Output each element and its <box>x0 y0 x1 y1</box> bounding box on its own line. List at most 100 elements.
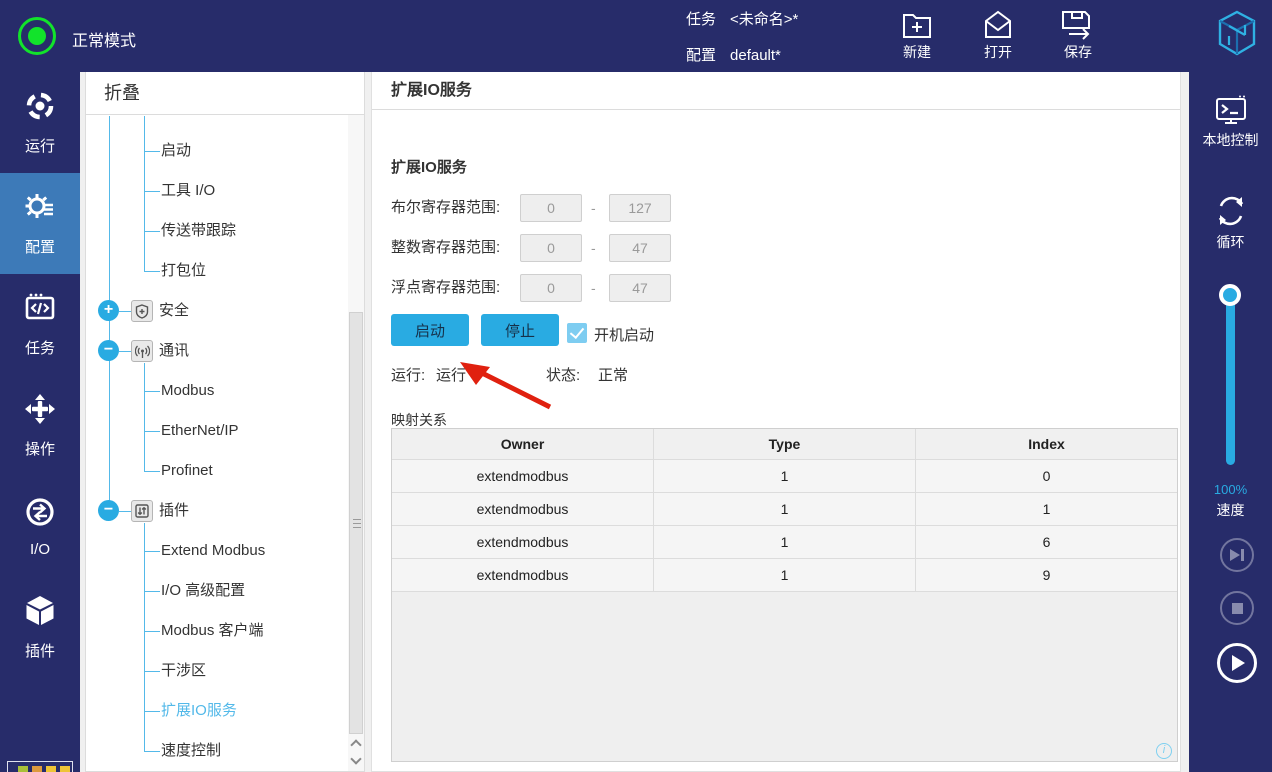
tree-item-speed-control[interactable]: 速度控制 <box>86 740 344 762</box>
nav-item-plugin[interactable]: 插件 <box>0 577 80 678</box>
page-title: 扩展IO服务 <box>372 72 1180 110</box>
top-bar: 正常模式 任务 <未命名>* 配置default* 新建 打开 <box>0 0 1272 72</box>
tree-item-safety[interactable]: + 安全 <box>86 300 344 322</box>
open-button[interactable]: 打开 <box>962 8 1034 62</box>
nav-item-task[interactable]: 任务 <box>0 274 80 375</box>
table-row[interactable]: extendmodbus 1 0 <box>392 460 1177 493</box>
antenna-icon <box>131 340 153 362</box>
speed-slider-thumb[interactable] <box>1219 284 1241 306</box>
col-header-type: Type <box>654 429 916 459</box>
new-button[interactable]: 新建 <box>881 8 953 62</box>
collapse-minus-icon[interactable]: − <box>98 500 119 521</box>
run-value: 运行 <box>436 364 466 385</box>
code-window-icon <box>23 291 57 330</box>
status-value: 正常 <box>598 364 628 385</box>
mode-label: 正常模式 <box>72 27 136 51</box>
nav-item-label: 配置 <box>25 236 55 257</box>
speed-value: 100% <box>1189 482 1272 497</box>
stop-run-button <box>1220 591 1254 625</box>
int-range-to-input <box>609 234 671 262</box>
open-envelope-icon <box>962 8 1034 40</box>
tree-item-modbus-client[interactable]: Modbus 客户端 <box>86 620 344 642</box>
tree-item-conveyor[interactable]: 传送带跟踪 <box>86 220 344 242</box>
cube-icon <box>23 594 57 633</box>
mapping-table: Owner Type Index extendmodbus 1 0 extend… <box>391 428 1178 762</box>
loop-icon[interactable] <box>1213 192 1249 235</box>
tree-item-tool-io[interactable]: 工具 I/O <box>86 180 344 202</box>
tree-item-ethernet-ip[interactable]: EtherNet/IP <box>86 420 344 442</box>
scroll-down-icon[interactable] <box>350 753 361 764</box>
tree-scrollbar-thumb[interactable] <box>349 312 363 734</box>
tree-item-io-advanced[interactable]: I/O 高级配置 <box>86 580 344 602</box>
tree-item-interference-zone[interactable]: 干涉区 <box>86 660 344 682</box>
collapse-minus-icon[interactable]: − <box>98 340 119 361</box>
tree-item-extended-io-service[interactable]: 扩展IO服务 <box>86 700 344 722</box>
table-empty-area <box>392 592 1177 761</box>
speed-label: 速度 <box>1189 500 1272 520</box>
table-row[interactable]: extendmodbus 1 1 <box>392 493 1177 526</box>
save-floppy-icon <box>1042 8 1114 40</box>
save-button[interactable]: 保存 <box>1042 8 1114 62</box>
scroll-up-icon[interactable] <box>350 739 361 750</box>
autostart-checkbox[interactable] <box>567 323 587 343</box>
table-row[interactable]: extendmodbus 1 9 <box>392 559 1177 592</box>
io-exchange-icon <box>23 495 57 534</box>
info-icon[interactable]: i <box>1156 743 1172 759</box>
autostart-label: 开机启动 <box>594 324 654 345</box>
tree-item-communication[interactable]: − 通讯 <box>86 340 344 362</box>
tree-item-profinet[interactable]: Profinet <box>86 460 344 482</box>
stop-square-icon <box>1232 603 1243 614</box>
step-next-bar <box>1241 549 1244 561</box>
tree-item-extend-modbus[interactable]: Extend Modbus <box>86 540 344 562</box>
nav-item-config[interactable]: 配置 <box>0 173 80 274</box>
open-button-label: 打开 <box>962 42 1034 62</box>
brand-cube-logo <box>1215 9 1259 62</box>
tree-scrollbar[interactable] <box>348 115 364 771</box>
bool-range-to-input <box>609 194 671 222</box>
nav-item-jog[interactable]: 操作 <box>0 375 80 476</box>
tree-collapse-header[interactable]: 折叠 <box>86 72 364 115</box>
loop-label: 循环 <box>1189 232 1272 252</box>
step-next-icon <box>1230 549 1240 561</box>
speed-slider-track[interactable] <box>1226 298 1235 465</box>
plugin-arrows-icon <box>131 500 153 522</box>
nav-item-label: I/O <box>30 541 50 558</box>
float-range-from-input <box>520 274 582 302</box>
nav-item-label: 插件 <box>25 640 55 661</box>
task-label: 任务 <box>686 11 716 28</box>
nav-item-run[interactable]: 运行 <box>0 72 80 173</box>
stop-button[interactable]: 停止 <box>481 314 559 346</box>
tree-item-pack-pos[interactable]: 打包位 <box>86 260 344 282</box>
play-button[interactable] <box>1217 643 1257 683</box>
tree-item-modbus[interactable]: Modbus <box>86 380 344 402</box>
local-control-terminal-icon[interactable] <box>1214 94 1248 131</box>
nav-item-io[interactable]: I/O <box>0 476 80 577</box>
tree-item-plugins[interactable]: − 插件 <box>86 500 344 522</box>
config-row: 配置default* <box>686 44 781 65</box>
nav-item-label: 任务 <box>25 337 55 358</box>
shield-icon <box>131 300 153 322</box>
right-control-rail: 本地控制 循环 100% 速度 <box>1189 72 1272 772</box>
gear-icon <box>23 190 57 229</box>
expand-plus-icon[interactable]: + <box>98 300 119 321</box>
mapping-title: 映射关系 <box>391 410 447 430</box>
start-button[interactable]: 启动 <box>391 314 469 346</box>
col-header-index: Index <box>916 429 1177 459</box>
int-range-from-input <box>520 234 582 262</box>
status-label: 状态: <box>546 364 580 385</box>
table-header-row: Owner Type Index <box>392 429 1177 460</box>
run-label: 运行: <box>391 364 425 385</box>
new-folder-icon <box>881 8 953 40</box>
extended-io-service-page: 扩展IO服务 扩展IO服务 布尔寄存器范围: - 整数寄存器范围: - 浮点寄存… <box>371 72 1181 772</box>
range-separator: - <box>591 280 596 296</box>
nav-item-label: 操作 <box>25 438 55 459</box>
float-range-to-input <box>609 274 671 302</box>
range-separator: - <box>591 200 596 216</box>
task-value: <未命名>* <box>730 11 798 28</box>
table-row[interactable]: extendmodbus 1 6 <box>392 526 1177 559</box>
config-value: default* <box>730 47 781 64</box>
tree-item-startup[interactable]: 启动 <box>86 140 344 162</box>
col-header-owner: Owner <box>392 429 654 459</box>
brand-logo-partial <box>7 761 73 772</box>
run-target-icon <box>23 89 57 128</box>
